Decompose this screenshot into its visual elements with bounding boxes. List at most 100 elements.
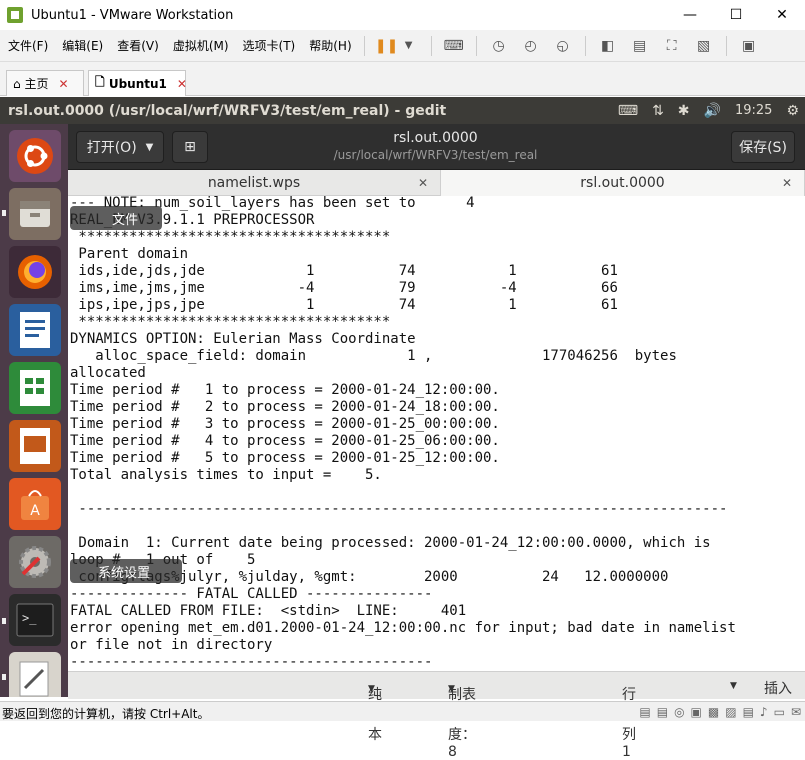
menu-view[interactable]: 查看(V) — [111, 37, 165, 54]
panel-window-title: rsl.out.0000 (/usr/local/wrf/WRFV3/test/… — [8, 102, 447, 119]
vmware-title-bar: Ubuntu1 - VMware Workstation — ☐ ✕ — [0, 0, 805, 30]
menu-file[interactable]: 文件(F) — [2, 37, 54, 54]
vmware-tabbar: ⌂ 主页 ✕ 🗋 Ubuntu1 ✕ — [0, 62, 805, 96]
vmware-logo-icon — [7, 7, 23, 23]
running-indicator — [2, 618, 6, 624]
dropdown-icon[interactable]: ▼ — [399, 37, 419, 55]
send-keys-icon[interactable]: ⌨ — [444, 37, 464, 55]
text-editor-icon[interactable] — [9, 652, 61, 697]
svg-text:>_: >_ — [22, 611, 37, 625]
sound-icon[interactable]: ♪ — [760, 705, 768, 719]
network-icon[interactable]: ▩ — [708, 705, 719, 719]
software-center-icon[interactable]: A — [9, 478, 61, 530]
tab-namelist-wps[interactable]: namelist.wps ✕ — [68, 170, 440, 196]
chevron-down-icon[interactable]: ▼ — [730, 681, 737, 691]
indicator-area: ⌨ ⇅ ✱ 🔊 19:25 ⚙ — [618, 97, 799, 124]
maximize-icon[interactable]: ☐ — [713, 0, 759, 30]
toolbar-separator — [475, 35, 477, 56]
pause-icon[interactable]: ❚❚ — [375, 37, 398, 55]
home-icon: ⌂ — [13, 76, 21, 91]
floppy-icon[interactable]: ▣ — [691, 705, 702, 719]
document-title: rsl.out.0000 — [393, 130, 478, 146]
minimize-icon[interactable]: — — [667, 0, 713, 30]
tooltip-label: 文件 — [112, 213, 139, 228]
running-indicator — [2, 674, 6, 680]
tab-label: namelist.wps — [207, 175, 301, 191]
tab-label: rsl.out.0000 — [580, 175, 665, 191]
tab-ubuntu1[interactable]: 🗋 Ubuntu1 ✕ — [88, 70, 187, 96]
close-icon[interactable]: ✕ — [177, 77, 187, 91]
keyboard-icon[interactable]: ⌨ — [618, 103, 638, 119]
close-icon[interactable]: ✕ — [759, 0, 805, 30]
tooltip-settings: 系统设置 — [70, 559, 182, 583]
bluetooth-icon[interactable]: ✱ — [678, 103, 690, 119]
volume-icon[interactable]: 🔊 — [704, 103, 721, 119]
tab-ubuntu1-label: Ubuntu1 — [108, 76, 167, 91]
toolbar-separator — [430, 35, 432, 56]
gear-icon[interactable]: ⚙ — [786, 103, 799, 119]
files-icon[interactable] — [9, 188, 61, 240]
chevron-down-icon: ▼ — [145, 141, 154, 153]
ubuntu-top-panel: rsl.out.0000 (/usr/local/wrf/WRFV3/test/… — [0, 97, 805, 124]
gedit-tabbar: namelist.wps ✕ rsl.out.0000 ✕ — [68, 170, 805, 196]
revert-snapshot-icon[interactable]: ◴ — [521, 37, 541, 55]
ubuntu-launcher: A >_ — [0, 124, 68, 697]
console-view-icon[interactable]: ▤ — [630, 37, 650, 55]
display-icon[interactable]: ▭ — [774, 705, 785, 719]
close-icon[interactable]: ✕ — [58, 77, 68, 91]
cursor-position-label: 行 1，列 1 — [622, 687, 645, 760]
gedit-statusbar: 纯文本 ▼ 制表符宽度：8 ▼ 行 1，列 1 ▼ 插入 — [68, 671, 805, 760]
chevron-down-icon: ▼ — [368, 684, 375, 694]
new-tab-button[interactable]: ⊞ — [172, 131, 208, 163]
vmware-statusbar: 要返回到您的计算机，请按 Ctrl+Alt。 ▤ ▤ ◎ ▣ ▩ ▨ ▤ ♪ ▭… — [0, 701, 805, 721]
writer-icon[interactable] — [9, 304, 61, 356]
unity-icon[interactable]: ▧ — [694, 37, 714, 55]
insert-mode[interactable]: 插入 — [764, 678, 792, 698]
library-icon[interactable]: ◧ — [598, 37, 618, 55]
message-icon[interactable]: ✉ — [791, 705, 801, 719]
network-icon[interactable]: ⇅ — [652, 103, 664, 119]
hdd-icon[interactable]: ▤ — [657, 705, 668, 719]
tab-width-label: 制表符宽度：8 — [448, 687, 476, 760]
calc-icon[interactable] — [9, 362, 61, 414]
settings-icon[interactable] — [9, 536, 61, 588]
device-icons: ▤ ▤ ◎ ▣ ▩ ▨ ▤ ♪ ▭ ✉ — [639, 705, 801, 719]
close-icon[interactable]: ✕ — [418, 176, 428, 190]
printer-icon[interactable]: ▤ — [743, 705, 754, 719]
fullscreen-icon[interactable]: ⛶ — [662, 37, 682, 55]
menu-vm[interactable]: 虚拟机(M) — [167, 37, 235, 54]
cd-icon[interactable]: ◎ — [674, 705, 684, 719]
snapshot-icon[interactable]: ◷ — [489, 37, 509, 55]
close-icon[interactable]: ✕ — [782, 176, 792, 190]
tab-home[interactable]: ⌂ 主页 ✕ — [6, 70, 84, 96]
window-controls: — ☐ ✕ — [667, 0, 805, 30]
open-label: 打开(O) — [86, 140, 137, 156]
snapshot-manager-icon[interactable]: ◵ — [553, 37, 573, 55]
tab-rsl-out[interactable]: rsl.out.0000 ✕ — [440, 170, 805, 196]
chevron-down-icon: ▼ — [448, 684, 455, 694]
impress-icon[interactable] — [9, 420, 61, 472]
running-indicator — [2, 210, 6, 216]
gedit-headerbar: 打开(O) ▼ ⊞ rsl.out.0000 /usr/local/wrf/WR… — [68, 124, 805, 170]
toolbar-separator — [584, 35, 586, 56]
vm-icon: 🗋 — [95, 75, 105, 89]
toolbar-separator — [725, 35, 727, 56]
view-options-icon[interactable]: ▣ — [739, 37, 759, 55]
terminal-icon[interactable]: >_ — [9, 594, 61, 646]
text-editor[interactable]: --- NOTE: num_soil_layers has been set t… — [68, 196, 805, 671]
save-button[interactable]: 保存(S) — [731, 131, 795, 163]
open-button[interactable]: 打开(O) ▼ — [76, 131, 164, 163]
ubuntu-dash-icon[interactable] — [9, 130, 61, 182]
document-content: --- NOTE: num_soil_layers has been set t… — [70, 196, 736, 670]
menu-edit[interactable]: 编辑(E) — [56, 37, 109, 54]
clock[interactable]: 19:25 — [735, 103, 772, 118]
menu-tabs[interactable]: 选项卡(T) — [237, 37, 302, 54]
hdd-icon[interactable]: ▤ — [639, 705, 650, 719]
tooltip-files: 文件 — [70, 206, 162, 230]
firefox-icon[interactable] — [9, 246, 61, 298]
menu-help[interactable]: 帮助(H) — [303, 37, 357, 54]
toolbar-separator — [363, 35, 365, 56]
window-title: Ubuntu1 - VMware Workstation — [31, 7, 234, 23]
tab-home-label: 主页 — [24, 77, 49, 91]
usb-icon[interactable]: ▨ — [725, 705, 736, 719]
